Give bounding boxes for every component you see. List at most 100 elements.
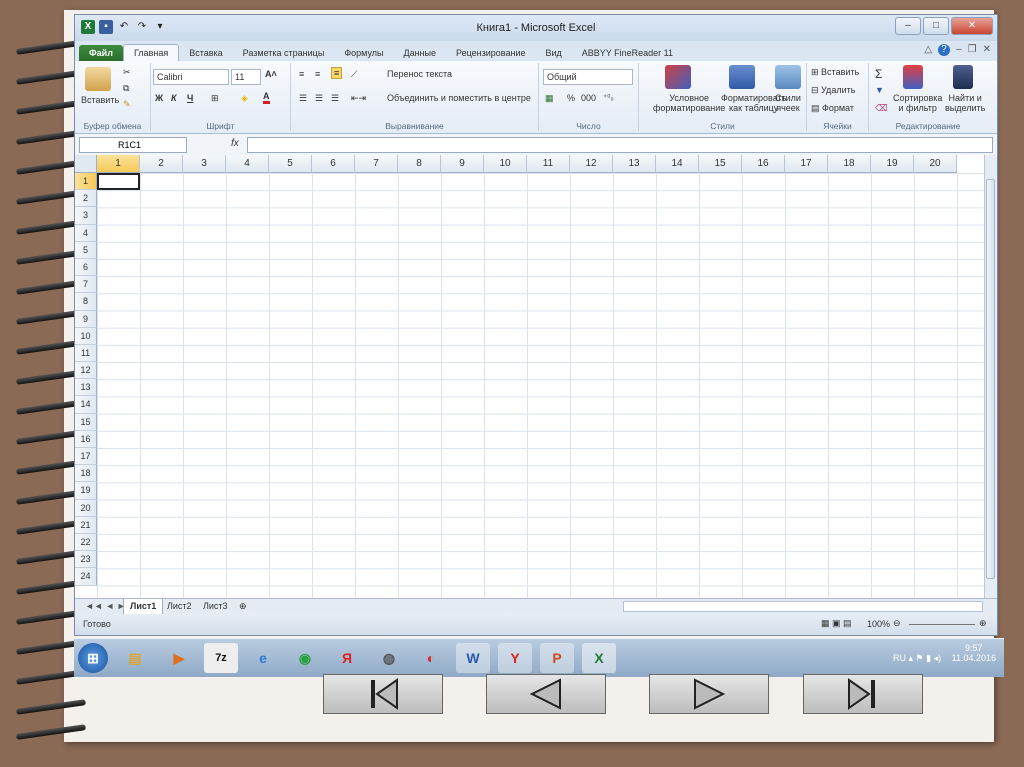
conditional-format-button[interactable]: Условное форматирование (653, 93, 725, 113)
column-header[interactable]: 16 (742, 155, 785, 173)
select-all-corner[interactable] (75, 155, 97, 173)
language-indicator[interactable]: RU (893, 653, 906, 663)
yandex-browser-icon[interactable]: Y (498, 643, 532, 673)
minimize-ribbon-icon[interactable]: △ (924, 44, 932, 56)
explorer-icon[interactable]: ▤ (118, 643, 152, 673)
column-header[interactable]: 2 (140, 155, 183, 173)
row-header[interactable]: 23 (75, 551, 97, 569)
column-header[interactable]: 19 (871, 155, 914, 173)
grow-font-icon[interactable]: A˄ (265, 69, 277, 79)
7zip-icon[interactable]: 7z (204, 643, 238, 673)
zoom-in-icon[interactable]: ⊕ (979, 618, 987, 629)
row-header[interactable]: 17 (75, 448, 97, 466)
yandex-icon[interactable]: Я (330, 643, 364, 673)
align-right-icon[interactable]: ☰ (331, 93, 339, 104)
column-header[interactable]: 9 (441, 155, 484, 173)
column-header[interactable]: 10 (484, 155, 527, 173)
row-header[interactable]: 16 (75, 430, 97, 448)
first-slide-button[interactable] (323, 674, 443, 714)
paste-icon[interactable] (85, 67, 111, 91)
app-icon[interactable]: ◍ (372, 643, 406, 673)
row-header[interactable]: 6 (75, 258, 97, 277)
align-middle-icon[interactable]: ≡ (315, 69, 320, 79)
column-header[interactable]: 8 (398, 155, 441, 173)
paste-button[interactable]: Вставить (81, 95, 119, 105)
orientation-icon[interactable]: ⟋ (351, 69, 357, 80)
indent-icon[interactable]: ⇤⇥ (351, 93, 366, 104)
row-header[interactable]: 7 (75, 276, 97, 294)
borders-icon[interactable]: ⊞ (211, 93, 219, 104)
media-player-icon[interactable]: ▶ (162, 643, 196, 673)
row-header[interactable]: 3 (75, 207, 97, 225)
sheet-tab-3[interactable]: Лист3 (197, 599, 234, 614)
row-header[interactable]: 4 (75, 224, 97, 242)
ie-icon[interactable]: e (246, 643, 280, 673)
tab-data[interactable]: Данные (393, 45, 446, 61)
row-header[interactable]: 14 (75, 396, 97, 414)
row-header[interactable]: 11 (75, 344, 97, 363)
tab-file[interactable]: Файл (79, 45, 123, 61)
vertical-scroll-thumb[interactable] (986, 179, 995, 579)
previous-slide-button[interactable] (486, 674, 606, 714)
insert-cells-button[interactable]: ⊞ Вставить (811, 67, 859, 78)
format-cells-button[interactable]: ▤ Формат (811, 103, 854, 114)
underline-button[interactable]: Ч (187, 93, 193, 103)
sheet-tab-2[interactable]: Лист2 (161, 599, 198, 614)
row-header[interactable]: 22 (75, 533, 97, 552)
format-as-table-icon[interactable] (729, 65, 755, 89)
thousands-button[interactable]: 000 (581, 93, 596, 103)
column-header[interactable]: 5 (269, 155, 312, 173)
tab-abbyy[interactable]: ABBYY FineReader 11 (572, 45, 683, 61)
excel-taskbar-icon[interactable]: X (582, 643, 616, 673)
vertical-scrollbar[interactable] (984, 155, 997, 598)
column-header[interactable]: 3 (183, 155, 226, 173)
powerpoint-icon[interactable]: P (540, 643, 574, 673)
zoom-out-icon[interactable]: ⊖ (893, 618, 901, 629)
delete-cells-button[interactable]: ⊟ Удалить (811, 85, 855, 96)
red-app-icon[interactable]: ◐ (414, 643, 448, 673)
name-box[interactable]: R1C1 (79, 137, 187, 153)
number-format-box[interactable]: Общий (543, 69, 633, 85)
active-cell[interactable] (97, 173, 140, 190)
view-buttons[interactable]: ▦ ▣ ▤ (821, 618, 852, 629)
font-color-icon[interactable]: A (263, 91, 270, 104)
cell-styles-button[interactable]: Стили ячеек (775, 93, 801, 113)
doc-close-icon[interactable]: ✕ (983, 44, 991, 56)
row-header[interactable]: 18 (75, 465, 97, 483)
column-header[interactable]: 20 (914, 155, 957, 173)
row-header[interactable]: 2 (75, 190, 97, 208)
row-header[interactable]: 20 (75, 499, 97, 517)
row-header[interactable]: 5 (75, 241, 97, 259)
column-header[interactable]: 18 (828, 155, 871, 173)
find-select-button[interactable]: Найти и выделить (945, 93, 985, 113)
formula-input[interactable] (247, 137, 993, 153)
horizontal-scrollbar[interactable] (623, 601, 983, 612)
row-header[interactable]: 8 (75, 293, 97, 311)
conditional-format-icon[interactable] (665, 65, 691, 89)
row-header[interactable]: 10 (75, 327, 97, 345)
column-header[interactable]: 13 (613, 155, 656, 173)
tab-home[interactable]: Главная (122, 44, 180, 61)
font-size-box[interactable]: 11 (231, 69, 261, 85)
align-left-icon[interactable]: ☰ (299, 93, 307, 104)
network-app-icon[interactable]: ◉ (288, 643, 322, 673)
cell-styles-icon[interactable] (775, 65, 801, 89)
maximize-button[interactable]: □ (923, 17, 949, 35)
italic-button[interactable]: К (171, 93, 177, 103)
tab-review[interactable]: Рецензирование (446, 45, 536, 61)
insert-sheet-icon[interactable]: ⊕ (233, 599, 253, 614)
percent-button[interactable]: % (567, 93, 575, 103)
doc-restore-icon[interactable]: ❐ (968, 44, 977, 56)
merge-center-button[interactable]: Объединить и поместить в центре (387, 93, 531, 103)
align-center-icon[interactable]: ☰ (315, 93, 323, 104)
wrap-text-button[interactable]: Перенос текста (387, 69, 452, 79)
column-header[interactable]: 4 (226, 155, 269, 173)
fill-color-icon[interactable]: ◈ (241, 93, 248, 104)
zoom-slider[interactable] (909, 624, 975, 625)
column-header[interactable]: 17 (785, 155, 828, 173)
close-button[interactable]: ✕ (951, 17, 993, 35)
cell-area[interactable] (97, 173, 987, 598)
decimal-icon[interactable]: ⁺⁰₀ (603, 93, 614, 102)
row-header[interactable]: 9 (75, 310, 97, 328)
word-icon[interactable]: W (456, 643, 490, 673)
